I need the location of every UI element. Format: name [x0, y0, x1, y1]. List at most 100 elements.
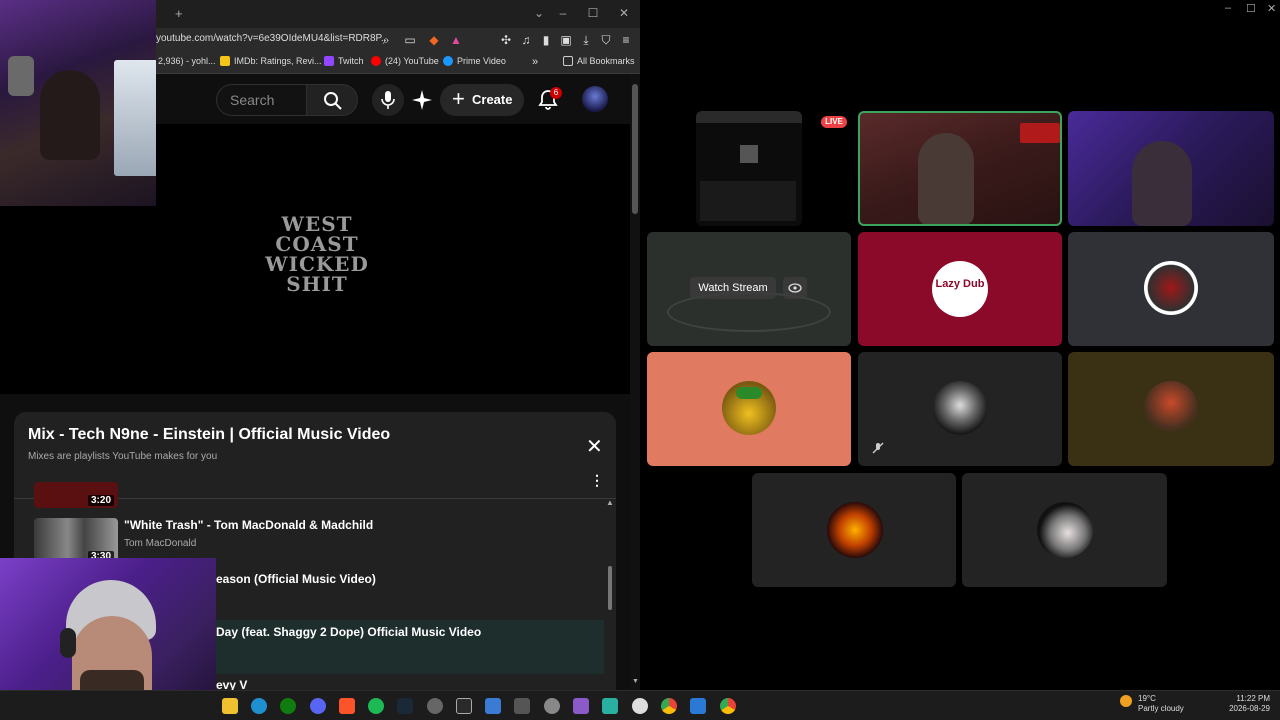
playlist-subtitle: Mixes are playlists YouTube makes for yo…	[28, 451, 218, 462]
playlist-scrollbar[interactable]	[608, 566, 612, 610]
participant-avatar-tile[interactable]	[647, 352, 851, 466]
folder-icon	[563, 56, 573, 66]
search-button[interactable]	[306, 84, 358, 116]
scrollbar-thumb[interactable]	[632, 84, 638, 214]
chrome-icon[interactable]	[661, 698, 677, 714]
app-icon[interactable]	[690, 698, 706, 714]
weather-icon	[1120, 695, 1132, 707]
bookmark-youtube[interactable]: (24) YouTube	[371, 56, 439, 66]
menu-icon[interactable]: ≡	[618, 32, 634, 48]
close-icon[interactable]: ✕	[586, 434, 603, 459]
avatar: Lazy Dub	[932, 261, 988, 317]
participant-video-tile[interactable]	[858, 111, 1062, 226]
close-icon[interactable]: ✕	[1267, 2, 1276, 15]
edge-icon[interactable]	[251, 698, 267, 714]
scroll-down-icon[interactable]: ▼	[632, 678, 639, 685]
participant-avatar-tile[interactable]	[858, 352, 1062, 466]
clock-time: 11:22 PM	[1236, 694, 1270, 703]
playlist-item-title[interactable]: evy V	[216, 678, 247, 690]
brave-shield-icon[interactable]: ◆	[426, 32, 442, 48]
avatar	[933, 381, 987, 435]
zoom-icon[interactable]: ⌕	[378, 32, 394, 48]
playlist-item-title[interactable]: eason (Official Music Video)	[216, 572, 376, 586]
discord-icon[interactable]	[310, 698, 326, 714]
participant-person	[1132, 141, 1192, 226]
weather-widget[interactable]: 19°C Partly cloudy	[1138, 694, 1184, 714]
extensions-icon[interactable]: ✣	[498, 32, 514, 48]
create-button[interactable]: + Create	[440, 84, 524, 116]
playlist-title: Mix - Tech N9ne - Einstein | Official Mu…	[28, 426, 391, 443]
voice-search-button[interactable]	[372, 84, 404, 116]
xbox-icon[interactable]	[280, 698, 296, 714]
app-icon[interactable]	[544, 698, 560, 714]
url-text[interactable]: youtube.com/watch?v=6e39OIdeMU4&list=RDR…	[156, 33, 389, 44]
steam-icon[interactable]	[397, 698, 413, 714]
app-icon[interactable]	[514, 698, 530, 714]
participant-avatar-tile[interactable]: Lazy Dub	[858, 232, 1062, 346]
notepad-icon[interactable]	[485, 698, 501, 714]
rewards-icon[interactable]: ▲	[448, 32, 464, 48]
clock-date: 2026-08-29	[1229, 704, 1270, 713]
video-art-text: WEST COAST WICKED SHIT	[265, 212, 369, 296]
download-icon[interactable]: ⤓	[578, 32, 594, 48]
participant-avatar-tile[interactable]	[752, 473, 956, 587]
watch-stream-button[interactable]: Watch Stream	[690, 277, 776, 299]
participant-avatar-tile[interactable]	[1068, 232, 1274, 346]
minimize-icon[interactable]: –	[1225, 2, 1231, 14]
participant-avatar-tile[interactable]	[1068, 352, 1274, 466]
youtube-icon	[371, 56, 381, 66]
chevron-down-icon[interactable]: ⌄	[529, 6, 549, 20]
bookmark-imdb[interactable]: IMDb: Ratings, Revi...	[220, 56, 322, 66]
playlist-item-channel: Tom MacDonald	[124, 538, 197, 549]
spotify-icon[interactable]	[368, 698, 384, 714]
music-icon[interactable]: ♫	[518, 32, 534, 48]
avatar	[1144, 261, 1198, 315]
app-icon[interactable]	[427, 698, 443, 714]
wallet-icon[interactable]: ▣	[558, 32, 574, 48]
headphone	[60, 628, 76, 658]
scroll-up-icon[interactable]: ▲	[606, 498, 614, 507]
avatar	[1037, 502, 1093, 558]
more-bookmarks-icon[interactable]: »	[532, 56, 538, 68]
clock[interactable]: 11:22 PM 2026-08-29	[1220, 694, 1270, 714]
screen-share-browser-bar	[696, 111, 802, 123]
bookmark-all[interactable]: All Bookmarks	[563, 56, 635, 66]
participant-video-tile[interactable]	[1068, 111, 1274, 226]
vpn-icon[interactable]: ⛉	[598, 32, 614, 48]
settings-icon[interactable]	[632, 698, 648, 714]
maximize-icon[interactable]: ☐	[1246, 2, 1256, 15]
app-icon[interactable]	[573, 698, 589, 714]
participant-person	[918, 133, 974, 224]
screen-share-tile[interactable]	[696, 111, 802, 226]
sidebar-icon[interactable]: ▮	[538, 32, 554, 48]
person-silhouette	[8, 56, 34, 96]
playlist-item-title[interactable]: "White Trash" - Tom MacDonald & Madchild	[124, 518, 373, 532]
minimize-icon[interactable]: –	[553, 6, 573, 20]
brave-icon[interactable]	[339, 698, 355, 714]
account-avatar[interactable]	[582, 86, 608, 112]
neon-sign	[1020, 123, 1060, 143]
search-icon	[324, 92, 342, 110]
epic-games-icon[interactable]	[456, 698, 472, 714]
playlist-item-thumbnail[interactable]: 3:20	[34, 482, 118, 508]
bookmark-prime-video[interactable]: Prime Video	[443, 56, 506, 66]
chrome-icon[interactable]	[720, 698, 736, 714]
maximize-icon[interactable]: ☐	[583, 6, 603, 20]
eye-icon[interactable]	[783, 277, 807, 299]
search-input[interactable]: Search	[216, 84, 306, 116]
more-options-icon[interactable]: ⋮	[590, 472, 604, 489]
participant-avatar-tile[interactable]	[962, 473, 1167, 587]
imdb-icon	[220, 56, 230, 66]
bookmark-item[interactable]: 2,936) - yohl...	[158, 56, 216, 66]
muted-mic-icon	[872, 442, 884, 454]
ai-sparkle-icon[interactable]	[412, 90, 432, 110]
close-icon[interactable]: ✕	[614, 6, 634, 20]
bookmark-twitch[interactable]: Twitch	[324, 56, 364, 66]
new-tab-icon[interactable]: +	[175, 6, 183, 21]
page-scrollbar[interactable]	[630, 74, 640, 690]
cast-icon[interactable]: ▭	[402, 32, 418, 48]
playlist-item-title[interactable]: Day (feat. Shaggy 2 Dope) Official Music…	[216, 625, 481, 639]
app-icon[interactable]	[602, 698, 618, 714]
file-explorer-icon[interactable]	[222, 698, 238, 714]
plus-icon: +	[452, 86, 465, 111]
